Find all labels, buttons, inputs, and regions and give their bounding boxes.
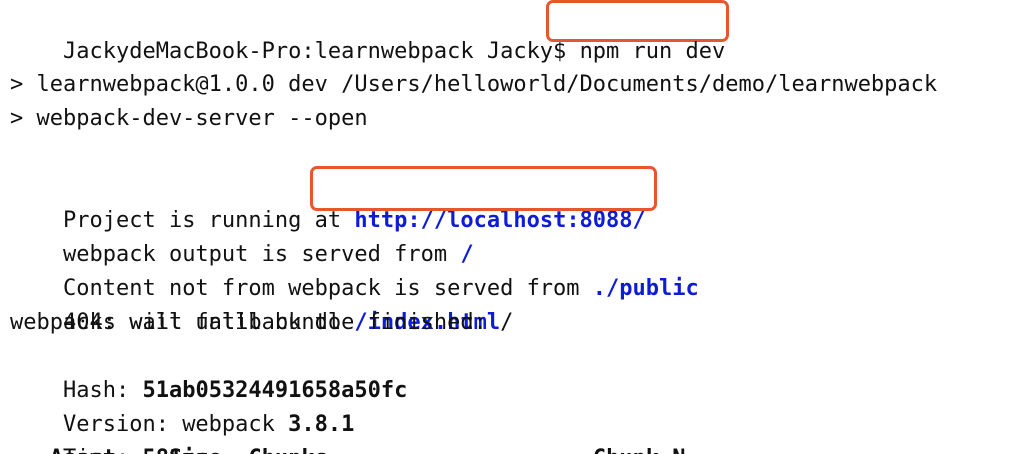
npm-command: npm run dev xyxy=(579,39,726,64)
command-line: JackydeMacBook-Pro:learnwebpack Jacky$ n… xyxy=(10,1,725,64)
npm-script-line: > learnwebpack@1.0.0 dev /Users/hellowor… xyxy=(10,72,938,97)
content-served-path: ./public xyxy=(592,276,699,301)
hash-line: Hash: 51ab05324491658a50fc xyxy=(10,340,407,403)
version-line: Version: webpack 3.8.1 xyxy=(10,374,354,437)
content-served-line: Content not from webpack is served from … xyxy=(10,238,699,301)
npm-script-command-line: > webpack-dev-server --open xyxy=(10,106,368,131)
time-line: Time: 581ms xyxy=(10,408,209,454)
terminal-window[interactable]: JackydeMacBook-Pro:learnwebpack Jacky$ n… xyxy=(0,0,1012,454)
webpack-wait-line: webpack: wait until bundle finished: / xyxy=(10,310,514,335)
webpack-output-line: webpack output is served from / xyxy=(10,204,474,267)
fallback-line: 404s will fallback to /index.html xyxy=(10,272,500,335)
asset-table-header-partial: Asset Size Chunks Chunk N xyxy=(10,442,686,454)
project-running-line: Project is running at http://localhost:8… xyxy=(10,170,646,233)
shell-prompt: JackydeMacBook-Pro:learnwebpack Jacky$ xyxy=(62,39,567,64)
version-value: 3.8.1 xyxy=(288,412,355,437)
